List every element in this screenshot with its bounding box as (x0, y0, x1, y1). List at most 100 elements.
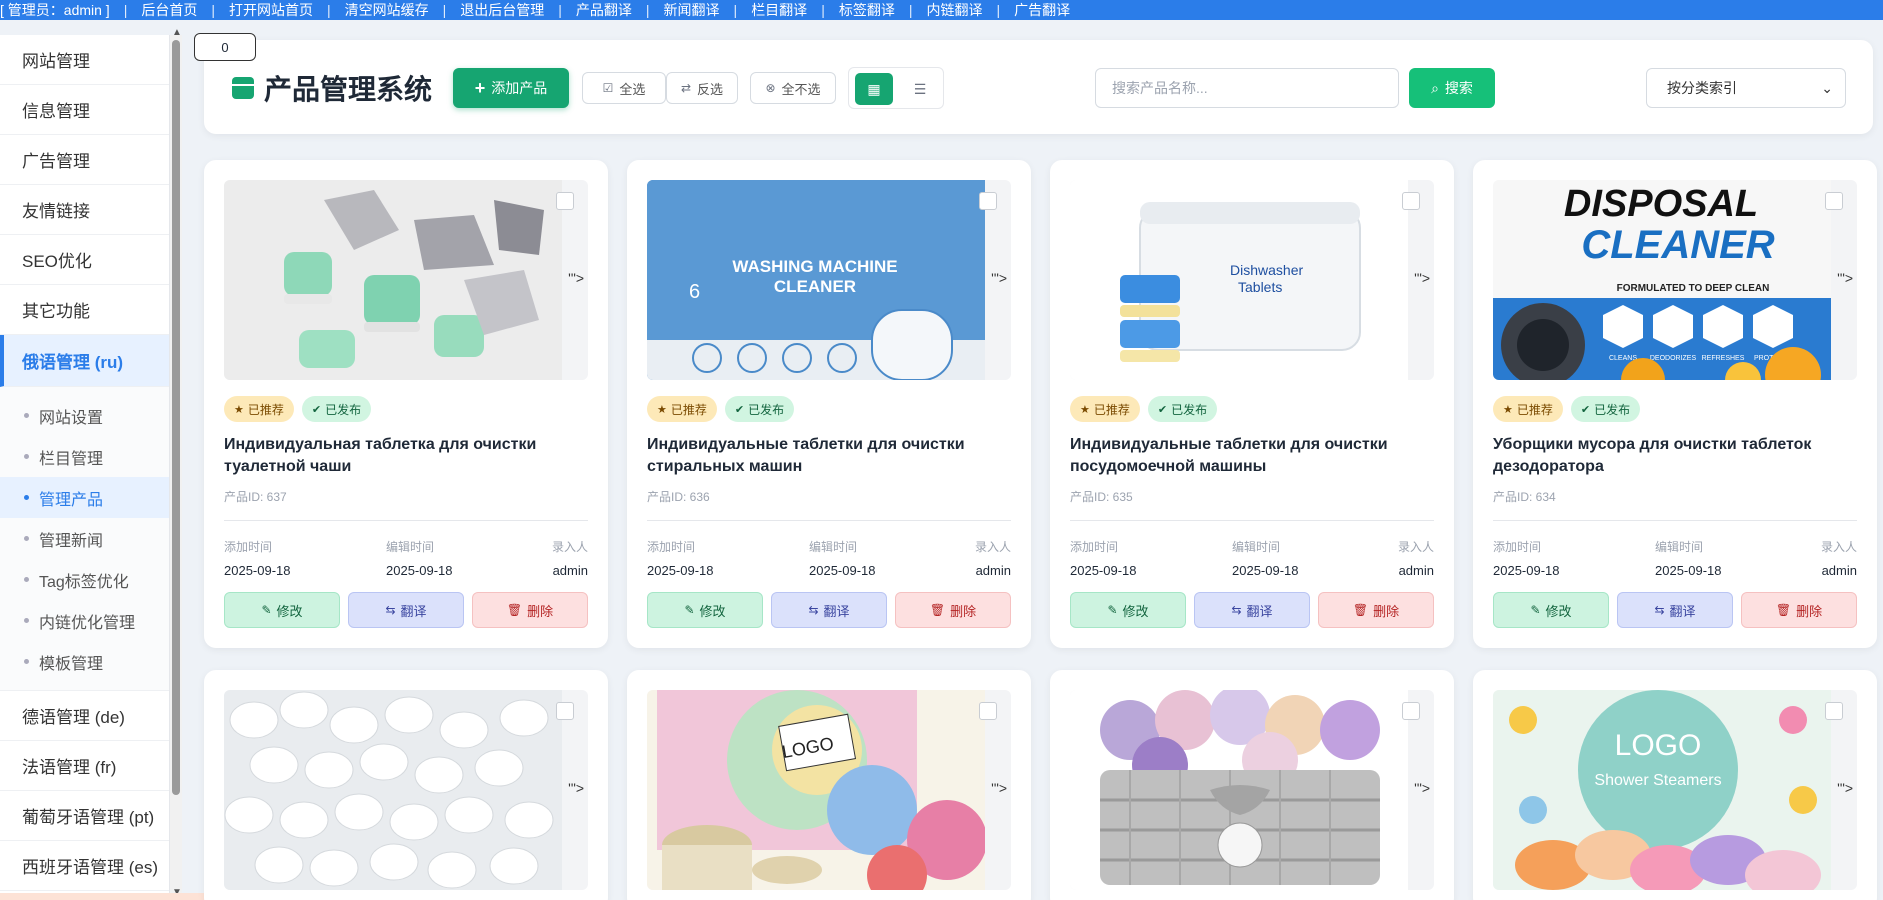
language-icon: ⇆ (808, 603, 819, 617)
edit-button[interactable]: ✎ 修改 (224, 592, 340, 628)
top-link-clear-cache[interactable]: 清空网站缓存 (345, 0, 429, 20)
check-circle-icon: ✔ (1580, 403, 1591, 416)
published-badge: ✔ 已发布 (724, 396, 795, 422)
submenu-item-tags[interactable]: Tag标签优化 (0, 559, 169, 600)
product-image[interactable]: '"> (224, 180, 588, 380)
sidebar-item-german[interactable]: 德语管理 (de) (0, 691, 169, 741)
svg-text:FORMULATED TO DEEP CLEAN: FORMULATED TO DEEP CLEAN (1617, 283, 1770, 294)
product-image-toilet-tablets (224, 180, 562, 380)
sidebar-submenu: 网站设置 栏目管理 管理产品 管理新闻 Tag标签优化 内链优化管理 模板管理 (0, 387, 169, 691)
select-checkbox[interactable] (556, 702, 574, 720)
scroll-up-icon[interactable]: ▲ (172, 27, 182, 38)
delete-button[interactable]: 🗑 删除 (472, 592, 588, 628)
edit-button[interactable]: ✎ 修改 (647, 592, 763, 628)
search-input[interactable] (1095, 68, 1399, 108)
search-icon: ⌕ (1431, 79, 1439, 96)
sidebar-scrollbar[interactable]: ▲ ▼ (170, 27, 182, 900)
sidebar-item-links[interactable]: 友情链接 (0, 185, 169, 235)
top-link-news-translate[interactable]: 新闻翻译 (664, 0, 720, 20)
sidebar-item-site[interactable]: 网站管理 (0, 35, 169, 85)
sidebar-item-ads[interactable]: 广告管理 (0, 135, 169, 185)
submenu-item-templates[interactable]: 模板管理 (0, 641, 169, 682)
sidebar-item-seo[interactable]: SEO优化 (0, 235, 169, 285)
svg-text:REFRESHES: REFRESHES (1702, 355, 1745, 362)
product-id: 产品ID: 637 (224, 490, 287, 504)
category-select[interactable]: 按分类索引 ⌄ (1646, 68, 1846, 108)
select-checkbox[interactable] (979, 192, 997, 210)
invert-selection-button[interactable]: ⇄ 反选 (666, 72, 738, 104)
product-image[interactable]: Dishwasher Tablets '"> (1070, 180, 1434, 380)
edit-button[interactable]: ✎ 修改 (1070, 592, 1186, 628)
translate-button[interactable]: ⇆ 翻译 (348, 592, 464, 628)
svg-text:LOGO: LOGO (1615, 729, 1702, 762)
product-image-shower-steamers: LOGO Shower Steamers (1493, 690, 1831, 890)
list-view-icon[interactable]: ☰ (901, 73, 939, 105)
product-image[interactable]: WASHING MACHINE CLEANER 6 '"> (647, 180, 1011, 380)
submenu-item-internal-links[interactable]: 内链优化管理 (0, 600, 169, 641)
product-id: 产品ID: 636 (647, 490, 710, 504)
top-link-admin-home[interactable]: 后台首页 (141, 0, 197, 20)
product-name: Индивидуальные таблетки для очистки посу… (1070, 436, 1388, 475)
select-checkbox[interactable] (556, 192, 574, 210)
product-card: LOGO Shower Steamers '"> (1473, 670, 1877, 900)
delete-button[interactable]: 🗑 删除 (1741, 592, 1857, 628)
svg-text:Tablets: Tablets (1238, 279, 1282, 295)
product-card: '"> ★ 已推荐 ✔ 已发布 Индивидуальная таблетка дл… (204, 160, 608, 648)
trash-icon: 🗑 (929, 603, 946, 617)
select-checkbox[interactable] (1402, 192, 1420, 210)
svg-text:CLEANER: CLEANER (1581, 223, 1774, 267)
product-image[interactable]: DISPOSAL CLEANER FORMULATED TO DEEP CLEA… (1493, 180, 1857, 380)
check-square-icon: ☑ (602, 81, 614, 95)
select-checkbox[interactable] (1825, 702, 1843, 720)
top-link-tag-translate[interactable]: 标签翻译 (839, 0, 895, 20)
translate-button[interactable]: ⇆ 翻译 (1194, 592, 1310, 628)
edit-button[interactable]: ✎ 修改 (1493, 592, 1609, 628)
top-link-logout[interactable]: 退出后台管理 (460, 0, 544, 20)
scrollbar-thumb[interactable] (172, 40, 180, 795)
submenu-item-news[interactable]: 管理新闻 (0, 518, 169, 559)
top-nav-bar: [ 管理员：admin ] | 后台首页 | 打开网站首页 | 清空网站缓存 |… (0, 0, 1883, 20)
delete-button[interactable]: 🗑 删除 (895, 592, 1011, 628)
delete-button[interactable]: 🗑 删除 (1318, 592, 1434, 628)
top-link-column-translate[interactable]: 栏目翻译 (751, 0, 807, 20)
product-image-gift-basket (1070, 690, 1408, 890)
sidebar-item-russian[interactable]: 俄语管理 (ru) (0, 335, 169, 387)
sidebar-item-portuguese[interactable]: 葡萄牙语管理 (pt) (0, 791, 169, 841)
trash-icon: 🗑 (1352, 603, 1369, 617)
submenu-item-products[interactable]: 管理产品 (0, 477, 169, 518)
product-name: Уборщики мусора для очистки таблеток дез… (1493, 436, 1812, 475)
top-link-open-site[interactable]: 打开网站首页 (229, 0, 313, 20)
translate-button[interactable]: ⇆ 翻译 (771, 592, 887, 628)
top-link-ad-translate[interactable]: 广告翻译 (1014, 0, 1070, 20)
sidebar-item-info[interactable]: 信息管理 (0, 85, 169, 135)
trash-icon: 🗑 (506, 603, 523, 617)
product-image[interactable]: LOGO '"> (647, 690, 1011, 890)
select-checkbox[interactable] (1825, 192, 1843, 210)
add-product-button[interactable]: + 添加产品 (453, 68, 569, 108)
product-image[interactable]: '"> (1070, 690, 1434, 890)
top-link-internal-link-translate[interactable]: 内链翻译 (926, 0, 982, 20)
product-image[interactable]: LOGO Shower Steamers '"> (1493, 690, 1857, 890)
submenu-item-columns[interactable]: 栏目管理 (0, 436, 169, 477)
select-none-button[interactable]: ⊗ 全不选 (750, 72, 836, 104)
product-image-dishwasher: Dishwasher Tablets (1070, 180, 1408, 380)
admin-label: [ 管理员：admin ] (0, 2, 110, 18)
sidebar-item-spanish[interactable]: 西班牙语管理 (es) (0, 841, 169, 891)
product-card: Dishwasher Tablets '"> ★ 已推荐 ✔ 已发布 Индивид… (1050, 160, 1454, 648)
translate-button[interactable]: ⇆ 翻译 (1617, 592, 1733, 628)
svg-text:6: 6 (689, 281, 700, 303)
grid-view-icon[interactable]: ▦ (855, 73, 893, 105)
sidebar-item-other[interactable]: 其它功能 (0, 285, 169, 335)
search-button[interactable]: ⌕ 搜索 (1409, 68, 1495, 108)
product-image-washing-machine: WASHING MACHINE CLEANER 6 (647, 180, 985, 380)
top-link-product-translate[interactable]: 产品翻译 (576, 0, 632, 20)
exchange-icon: ⇄ (680, 81, 692, 95)
edit-icon: ✎ (1107, 603, 1118, 617)
select-all-button[interactable]: ☑ 全选 (582, 72, 666, 104)
sidebar-item-french[interactable]: 法语管理 (fr) (0, 741, 169, 791)
select-checkbox[interactable] (1402, 702, 1420, 720)
submenu-item-site-settings[interactable]: 网站设置 (0, 395, 169, 436)
language-icon: ⇆ (1654, 603, 1665, 617)
product-image[interactable]: '"> (224, 690, 588, 890)
select-checkbox[interactable] (979, 702, 997, 720)
